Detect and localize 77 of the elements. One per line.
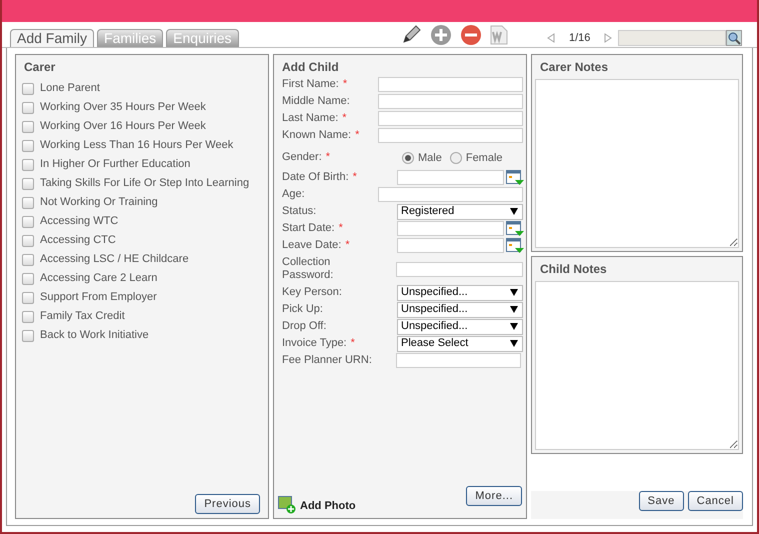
- checkbox-option[interactable]: Accessing Care 2 Learn: [16, 269, 268, 288]
- checkbox-option[interactable]: Not Working Or Training: [16, 193, 268, 212]
- field-label: Date Of Birth: *: [282, 170, 358, 184]
- dropdown-arrow-icon: [510, 340, 518, 347]
- checkbox-option[interactable]: Back to Work Initiative: [16, 326, 268, 345]
- dropdown[interactable]: Unspecified...: [397, 302, 523, 318]
- previous-button[interactable]: Previous: [195, 494, 260, 514]
- action-button[interactable]: Cancel: [688, 490, 743, 511]
- panel-title: Add Child: [281, 59, 340, 76]
- notes-field[interactable]: [535, 281, 739, 450]
- field-label: Last Name: *: [282, 112, 348, 126]
- password-field[interactable]: [396, 262, 523, 276]
- calendar-icon[interactable]: [506, 238, 524, 254]
- date-field[interactable]: [397, 238, 504, 253]
- add-photo-icon: [278, 496, 296, 514]
- text-field[interactable]: [378, 128, 523, 143]
- field-label: Middle Name:: [282, 94, 351, 108]
- document-icon[interactable]: [490, 25, 508, 45]
- field-label: Known Name: *: [282, 128, 360, 142]
- search-icon[interactable]: [726, 30, 742, 46]
- next-icon[interactable]: [604, 33, 612, 44]
- dropdown[interactable]: Registered: [397, 204, 523, 220]
- text-field[interactable]: [396, 353, 521, 368]
- checkbox-option[interactable]: Working Over 16 Hours Per Week: [16, 117, 268, 136]
- notes-field[interactable]: [535, 79, 739, 248]
- text-field[interactable]: [378, 94, 523, 109]
- checkbox-option[interactable]: Working Less Than 16 Hours Per Week: [16, 136, 268, 155]
- dropdown-arrow-icon: [510, 208, 518, 215]
- dropdown-arrow-icon: [510, 289, 518, 296]
- panel-title: Child Notes: [539, 261, 608, 278]
- field-label: Fee Planner URN:: [282, 354, 373, 368]
- field-label: Drop Off:: [282, 320, 328, 334]
- field-label: Gender: *: [282, 151, 332, 165]
- add-icon[interactable]: [430, 24, 452, 46]
- dropdown[interactable]: Please Select: [397, 336, 523, 352]
- checkbox-option[interactable]: Family Tax Credit: [16, 307, 268, 326]
- checkbox-option[interactable]: Working Over 35 Hours Per Week: [16, 98, 268, 117]
- calendar-icon[interactable]: [506, 170, 524, 186]
- field-label: Status:: [282, 204, 318, 218]
- radio-option[interactable]: Male: [402, 150, 442, 166]
- date-field[interactable]: [397, 170, 504, 185]
- dropdown[interactable]: Unspecified...: [397, 284, 523, 300]
- dropdown[interactable]: Unspecified...: [397, 318, 523, 334]
- checkbox-option[interactable]: Accessing CTC: [16, 231, 268, 250]
- panel-title: Carer: [23, 59, 56, 76]
- page-indicator: 1/16: [569, 31, 590, 46]
- search-field[interactable]: [618, 30, 726, 46]
- tab[interactable]: Add Family: [10, 29, 94, 47]
- action-button[interactable]: Save: [638, 490, 684, 511]
- checkbox-option[interactable]: Support From Employer: [16, 288, 268, 307]
- field-label: Invoice Type: *: [282, 336, 356, 350]
- text-field[interactable]: [378, 77, 523, 92]
- text-field[interactable]: [378, 111, 523, 126]
- checkbox-option[interactable]: Taking Skills For Life Or Step Into Learning: [16, 174, 268, 193]
- field-label: First Name: *: [282, 78, 348, 92]
- checkbox-option[interactable]: Accessing LSC / HE Childcare: [16, 250, 268, 269]
- add-photo-link[interactable]: Add Photo: [278, 496, 356, 514]
- dropdown-arrow-icon: [510, 323, 518, 330]
- panel-title: Carer Notes: [539, 59, 610, 76]
- previous-icon[interactable]: [547, 33, 555, 44]
- date-field[interactable]: [397, 221, 504, 236]
- pencil-icon[interactable]: [400, 24, 422, 46]
- dropdown-arrow-icon: [510, 306, 518, 313]
- field-label: Collection Password:: [282, 256, 334, 282]
- field-label: Pick Up:: [282, 302, 324, 316]
- checkbox-option[interactable]: Accessing WTC: [16, 212, 268, 231]
- remove-icon[interactable]: [460, 24, 482, 46]
- radio-option[interactable]: Female: [450, 150, 503, 166]
- field-label: Age:: [282, 188, 306, 202]
- field-label: Start Date: *: [282, 222, 344, 236]
- field-label: Leave Date: *: [282, 238, 351, 252]
- field-label: Key Person:: [282, 286, 343, 300]
- text-field[interactable]: [378, 187, 523, 202]
- checkbox-option[interactable]: In Higher Or Further Education: [16, 155, 268, 174]
- calendar-icon[interactable]: [506, 220, 524, 236]
- checkbox-option[interactable]: Lone Parent: [16, 79, 268, 98]
- more-button[interactable]: More...: [466, 486, 522, 506]
